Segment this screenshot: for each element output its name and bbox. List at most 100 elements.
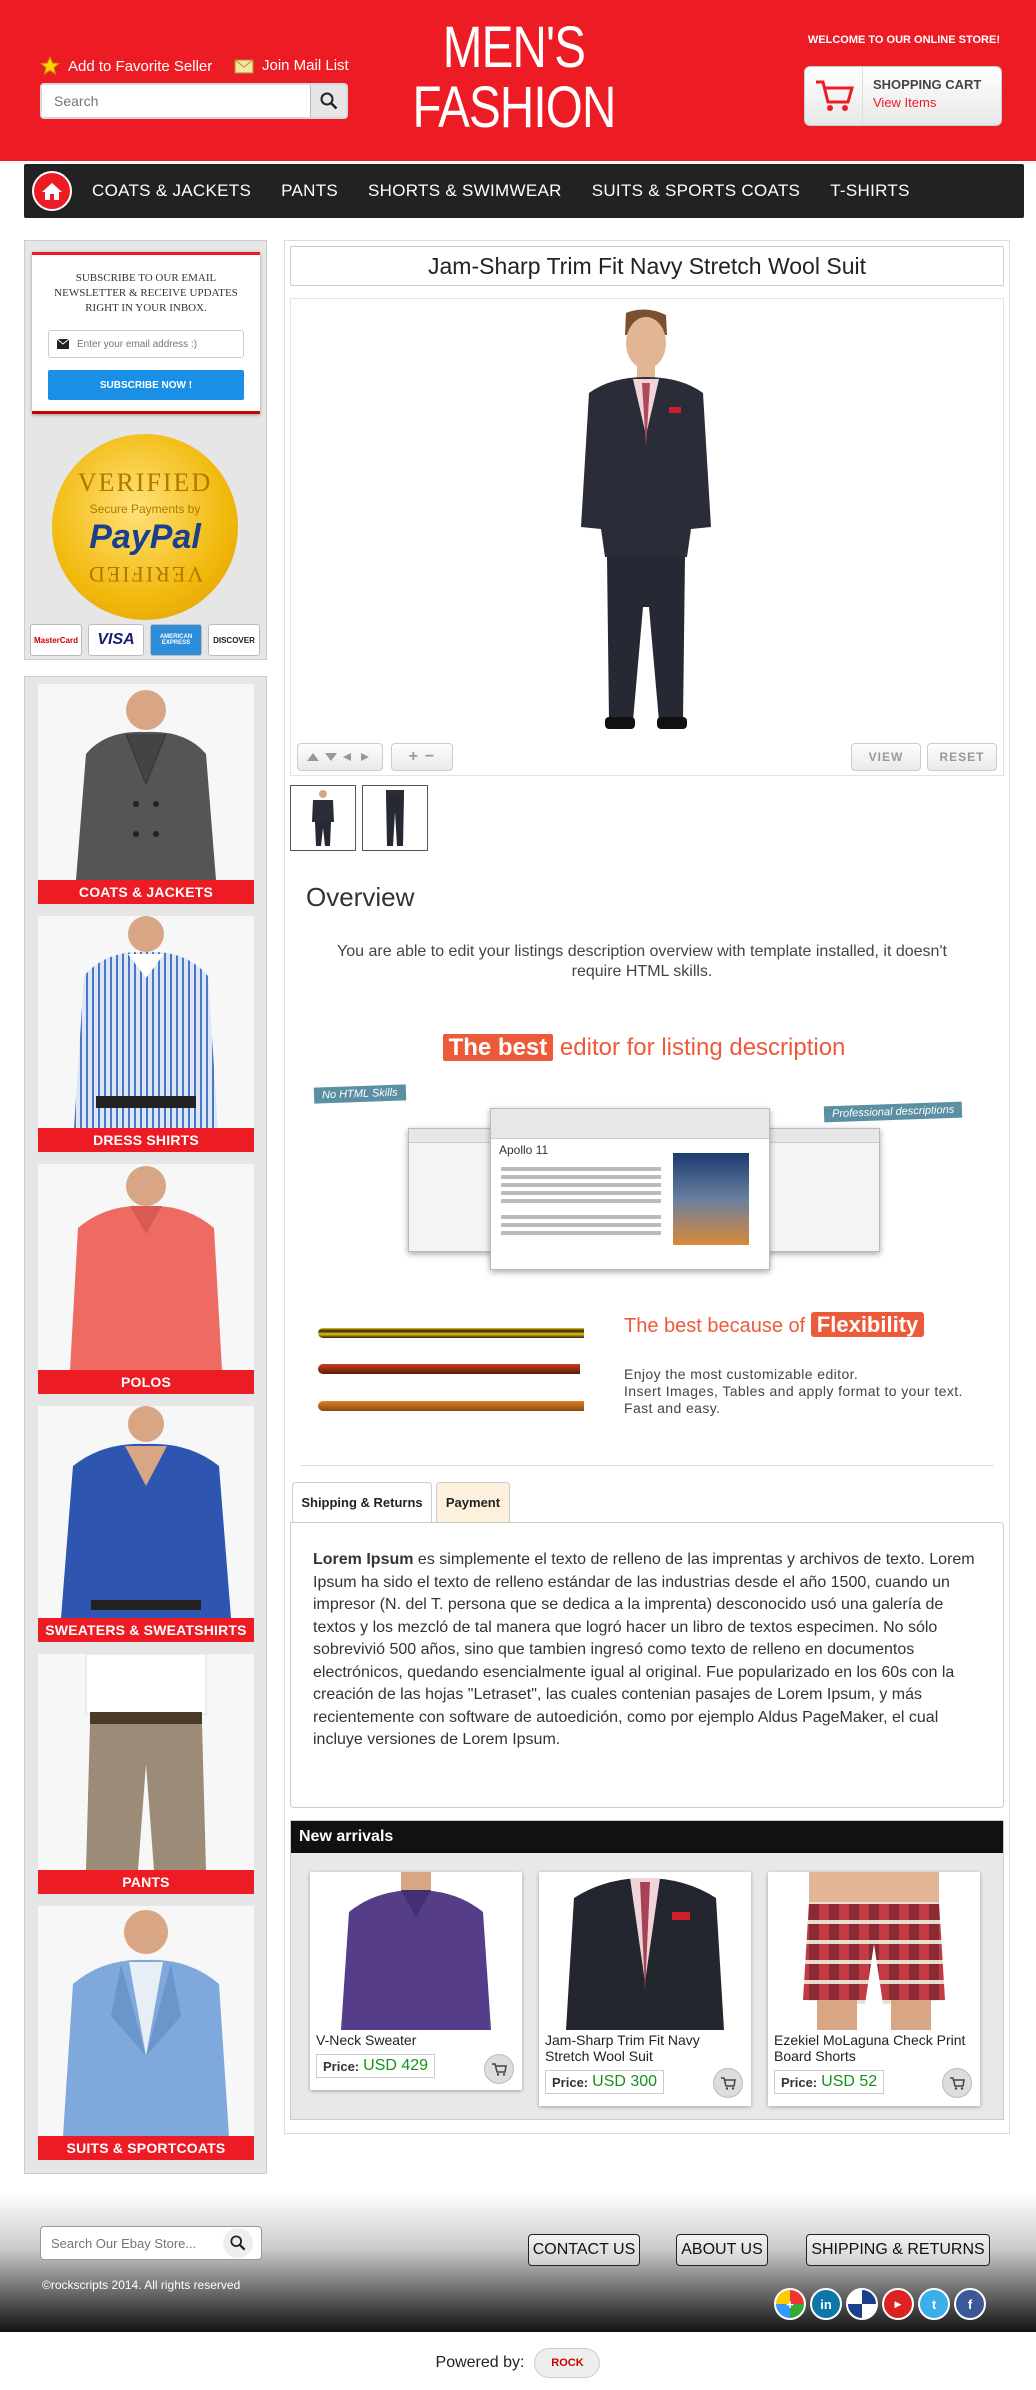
tab-payment[interactable]: Payment [436,1482,510,1522]
newsletter-box: SUBSCRIBE TO OUR EMAIL NEWSLETTER & RECE… [32,252,260,414]
product-card-name[interactable]: V-Neck Sweater [310,2030,522,2050]
footer-search-input[interactable] [51,2235,223,2251]
dress-shirt-picture [74,916,218,1128]
view-button[interactable]: VIEW [851,743,921,771]
google-icon[interactable]: + [774,2288,806,2320]
category-pants[interactable]: PANTS [38,1654,254,1894]
category-label: SWEATERS & SWEATSHIRTS [38,1618,254,1642]
nav-item-coats-jackets[interactable]: COATS & JACKETS [92,181,251,201]
category-sweaters-sweatshirts[interactable]: SWEATERS & SWEATSHIRTS [38,1406,254,1642]
product-card[interactable]: Jam-Sharp Trim Fit Navy Stretch Wool Sui… [539,1872,751,2106]
product-main-image[interactable] [571,307,721,733]
nav-item-pants[interactable]: PANTS [281,181,338,201]
zoom-in-button[interactable]: + [409,748,419,766]
add-to-cart-button[interactable] [713,2068,743,2098]
delicious-icon[interactable] [846,2288,878,2320]
cart-view-items[interactable]: View Items [873,95,981,110]
editor-screenshot-right [764,1128,880,1252]
site-logo[interactable]: MEN'S FASHION [404,18,624,138]
nav-item-t-shirts[interactable]: T-SHIRTS [830,181,910,201]
rock-logo[interactable]: ROCK [534,2348,601,2378]
linkedin-icon[interactable]: in [810,2288,842,2320]
add-favorite-seller-link[interactable]: Add to Favorite Seller [40,56,212,76]
nav-item-suits-sports-coats[interactable]: SUITS & SPORTS COATS [592,181,800,201]
paypal-seal-top: VERIFIED [77,467,213,497]
powered-label: Powered by: [435,2354,525,2371]
flexibility-line: Fast and easy. [624,1400,721,1416]
product-title: Jam-Sharp Trim Fit Navy Stretch Wool Sui… [290,246,1004,286]
flexibility-line: Insert Images, Tables and apply format t… [624,1383,963,1399]
sportcoat-image [38,1906,254,2136]
nav-item-shorts-swimwear[interactable]: SHORTS & SWIMWEAR [368,181,562,201]
reset-button[interactable]: RESET [927,743,997,771]
main-nav: COATS & JACKETS PANTS SHORTS & SWIMWEAR … [24,164,1024,218]
sweater-thumb [341,1872,491,2030]
thumbnail-2[interactable] [362,785,428,851]
discover-logo: DISCOVER [208,624,260,656]
shopping-cart-button[interactable]: SHOPPING CART View Items [804,66,1002,126]
product-card-image [310,1872,522,2030]
best-editor-heading: The best editor for listing description [292,1034,996,1062]
thumbnail-suit-pants [386,790,404,846]
amex-logo: AMERICAN EXPRESS [150,624,202,656]
newsletter-email-input[interactable] [77,338,227,350]
cart-icon [721,2077,736,2090]
header-search-button[interactable] [310,85,346,117]
powered-by: Powered by: ROCK [0,2336,1036,2390]
about-us-button[interactable]: ABOUT US [676,2234,768,2266]
visa-logo: VISA [88,624,144,656]
header-search [40,83,348,119]
footer-search-button[interactable] [223,2228,253,2258]
product-card[interactable]: V-Neck Sweater Price: USD 429 [310,1872,522,2090]
category-suits-sportcoats[interactable]: SUITS & SPORTCOATS [38,1906,254,2160]
contact-us-button[interactable]: CONTACT US [528,2234,640,2266]
add-to-cart-button[interactable] [484,2054,514,2084]
twitter-icon[interactable]: t [918,2288,950,2320]
product-card[interactable]: Ezekiel MoLaguna Check Print Board Short… [768,1872,980,2106]
shipping-returns-button[interactable]: SHIPPING & RETURNS [806,2234,990,2266]
category-label: POLOS [38,1370,254,1394]
join-mail-list-link[interactable]: Join Mail List [234,56,349,74]
price-value: USD 52 [821,2073,878,2090]
category-polos[interactable]: POLOS [38,1164,254,1394]
category-dress-shirts[interactable]: DRESS SHIRTS [38,916,254,1152]
product-image-viewer: + − VIEW RESET [290,298,1004,776]
youtube-icon[interactable]: ▶ [882,2288,914,2320]
mail-label: Join Mail List [262,56,349,74]
zoom-out-button[interactable]: − [425,748,435,766]
tab-content: Lorem Ipsum es simplemente el texto de r… [290,1522,1004,1808]
star-icon [40,56,60,76]
product-card-price: Price: USD 300 [545,2070,665,2094]
overview-text: You are able to edit your listings descr… [337,943,947,980]
flexibility-line: Enjoy the most customizable editor. [624,1366,859,1382]
product-card-name[interactable]: Jam-Sharp Trim Fit Navy Stretch Wool Sui… [539,2030,751,2066]
category-label: SUITS & SPORTCOATS [38,2136,254,2160]
category-coats-jackets[interactable]: COATS & JACKETS [38,684,254,904]
thumbnail-1[interactable] [290,785,356,851]
tab-shipping-returns[interactable]: Shipping & Returns [292,1482,432,1522]
price-value: USD 429 [363,2057,429,2074]
best-highlight: The best [442,1034,554,1061]
home-button[interactable] [32,171,72,211]
sweater-picture [61,1406,231,1618]
thumbnail-suit-front [312,790,334,846]
pan-controls[interactable] [297,743,383,771]
logo-line1: MEN'S [442,15,586,80]
envelope-icon [57,339,69,349]
arrows-icon [307,753,369,761]
subscribe-button[interactable]: SUBSCRIBE NOW ! [48,370,244,400]
dress-shirt-image [38,916,254,1128]
product-card-name[interactable]: Ezekiel MoLaguna Check Print Board Short… [768,2030,980,2066]
newsletter-email-field [48,330,244,358]
shopping-cart-icon [815,80,854,111]
header-search-input[interactable] [42,85,310,117]
pants-picture [85,1654,207,1870]
section-divider [300,1465,994,1466]
shorts-thumb [803,1872,945,2030]
facebook-icon[interactable]: f [954,2288,986,2320]
price-label: Price: [781,2074,818,2090]
product-card-price: Price: USD 52 [774,2070,885,2094]
paypal-verified-seal: VERIFIED Secure Payments by PayPal VERIF… [52,434,238,620]
coat-picture [76,690,216,880]
add-to-cart-button[interactable] [942,2068,972,2098]
